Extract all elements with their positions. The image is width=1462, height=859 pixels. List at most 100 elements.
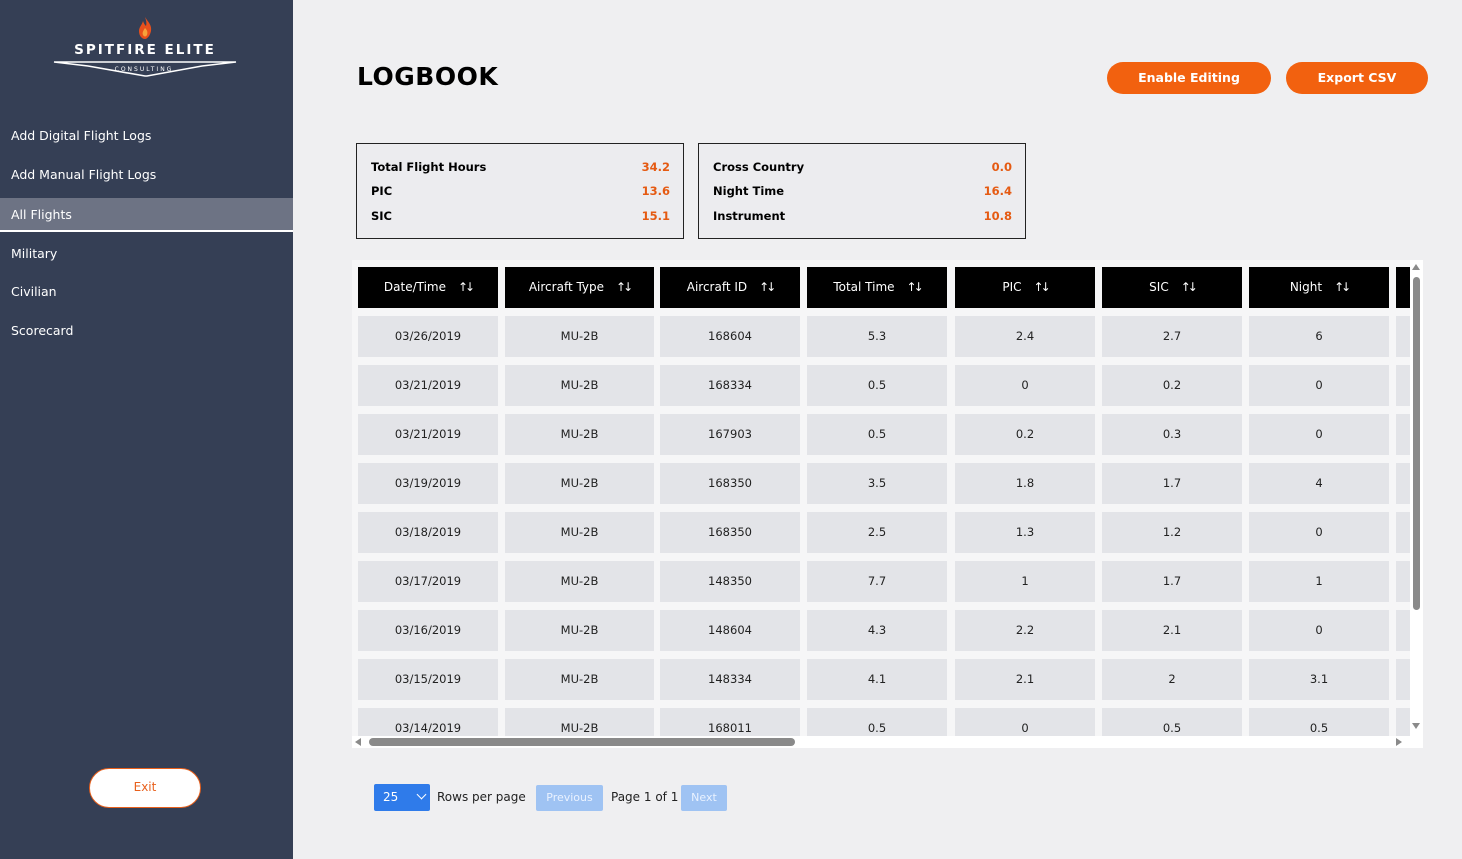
sidebar: SPITFIRE ELITE CONSULTING Add Digital Fl… (0, 0, 293, 859)
table-cell-overflow (1396, 512, 1410, 553)
table-cell-total-time: 3.5 (807, 463, 947, 504)
enable-editing-button[interactable]: Enable Editing (1107, 62, 1271, 94)
table-cell-sic: 0.2 (1102, 365, 1242, 406)
table-cell-sic: 1.7 (1102, 463, 1242, 504)
chevron-down-icon (416, 789, 427, 800)
table-cell-aircraft-id: 168350 (660, 512, 800, 553)
table-cell-date-time: 03/19/2019 (358, 463, 498, 504)
table-cell-night: 4 (1249, 463, 1389, 504)
column-header-sic[interactable]: SIC ↑↓ (1102, 267, 1242, 308)
sort-updown-icon[interactable]: ↑↓ (458, 267, 475, 308)
stat-value: 34.2 (641, 160, 670, 174)
brand-subtitle: CONSULTING (114, 66, 174, 73)
next-page-button[interactable]: Next (681, 785, 727, 811)
sidebar-item-military[interactable]: Military (0, 237, 293, 271)
table-cell-date-time: 03/14/2019 (358, 708, 498, 736)
table-cell-pic: 0 (955, 708, 1095, 736)
stat-label: PIC (371, 184, 393, 198)
sidebar-item-scorecard[interactable]: Scorecard (0, 314, 293, 348)
vertical-scrollbar[interactable] (1410, 260, 1423, 736)
column-header-overflow[interactable] (1396, 267, 1410, 308)
table-cell-overflow (1396, 659, 1410, 700)
sidebar-item-add-manual-flight-logs[interactable]: Add Manual Flight Logs (0, 158, 293, 192)
stat-label: Instrument (713, 209, 786, 223)
sort-updown-icon[interactable]: ↑↓ (1334, 267, 1351, 308)
sidebar-item-civilian[interactable]: Civilian (0, 275, 293, 309)
stat-value: 16.4 (983, 184, 1012, 198)
table-cell-pic: 2.4 (955, 316, 1095, 357)
horizontal-scroll-thumb[interactable] (369, 738, 795, 746)
table-cell-sic: 2.1 (1102, 610, 1242, 651)
table-cell-aircraft-type: MU-2B (505, 610, 654, 651)
column-header-label: Date/Time (383, 280, 446, 294)
stat-label: SIC (371, 209, 393, 223)
table-cell-night: 1 (1249, 561, 1389, 602)
table-cell-date-time: 03/16/2019 (358, 610, 498, 651)
table-cell-overflow (1396, 561, 1410, 602)
table-cell-date-time: 03/18/2019 (358, 512, 498, 553)
stat-value: 15.1 (641, 209, 670, 223)
scroll-left-arrow-icon[interactable] (355, 738, 361, 746)
table-cell-total-time: 0.5 (807, 708, 947, 736)
table-cell-aircraft-type: MU-2B (505, 708, 654, 736)
table-cell-night: 0 (1249, 512, 1389, 553)
table-cell-aircraft-id: 168334 (660, 365, 800, 406)
stat-label: Total Flight Hours (371, 160, 487, 174)
table-cell-total-time: 4.1 (807, 659, 947, 700)
export-csv-button[interactable]: Export CSV (1286, 62, 1428, 94)
rows-per-page-select[interactable]: 25 (374, 784, 430, 811)
sort-updown-icon[interactable]: ↑↓ (907, 267, 924, 308)
sort-updown-icon[interactable]: ↑↓ (616, 267, 633, 308)
column-header-label: Total Time (833, 280, 895, 294)
column-header-label: SIC (1149, 280, 1169, 294)
table-cell-night: 3.1 (1249, 659, 1389, 700)
table-cell-night: 0 (1249, 365, 1389, 406)
column-header-night[interactable]: Night ↑↓ (1249, 267, 1389, 308)
table-cell-sic: 1.2 (1102, 512, 1242, 553)
stat-cross-country: Cross Country 0.0 (713, 157, 1012, 177)
stat-value: 0.0 (991, 160, 1012, 174)
table-cell-date-time: 03/17/2019 (358, 561, 498, 602)
sidebar-item-all-flights[interactable]: All Flights (0, 198, 293, 232)
table-cell-date-time: 03/21/2019 (358, 414, 498, 455)
table-cell-overflow (1396, 463, 1410, 504)
table-cell-sic: 0.5 (1102, 708, 1242, 736)
table-cell-total-time: 0.5 (807, 414, 947, 455)
sort-updown-icon[interactable]: ↑↓ (759, 267, 776, 308)
scroll-down-arrow-icon[interactable] (1412, 723, 1420, 729)
vertical-scroll-thumb[interactable] (1413, 277, 1420, 610)
table-cell-total-time: 2.5 (807, 512, 947, 553)
table-cell-pic: 0.2 (955, 414, 1095, 455)
table-cell-overflow (1396, 414, 1410, 455)
scroll-up-arrow-icon[interactable] (1412, 264, 1420, 270)
stat-sic: SIC 15.1 (371, 206, 670, 226)
table-cell-pic: 1 (955, 561, 1095, 602)
sidebar-item-add-digital-flight-logs[interactable]: Add Digital Flight Logs (0, 119, 293, 153)
stat-pic: PIC 13.6 (371, 181, 670, 201)
sort-updown-icon[interactable]: ↑↓ (1181, 267, 1198, 308)
column-header-total-time[interactable]: Total Time ↑↓ (807, 267, 947, 308)
rows-per-page-label: Rows per page (437, 790, 526, 804)
exit-button[interactable]: Exit (89, 768, 201, 808)
table-cell-total-time: 5.3 (807, 316, 947, 357)
table-cell-aircraft-id: 148350 (660, 561, 800, 602)
table-cell-pic: 0 (955, 365, 1095, 406)
horizontal-scrollbar[interactable] (352, 736, 1410, 748)
scroll-right-arrow-icon[interactable] (1396, 738, 1402, 746)
table-cell-total-time: 4.3 (807, 610, 947, 651)
column-header-pic[interactable]: PIC ↑↓ (955, 267, 1095, 308)
column-header-label: Aircraft ID (686, 280, 748, 294)
table-cell-aircraft-type: MU-2B (505, 414, 654, 455)
stat-value: 10.8 (983, 209, 1012, 223)
column-header-date-time[interactable]: Date/Time ↑↓ (358, 267, 498, 308)
sort-updown-icon[interactable]: ↑↓ (1034, 267, 1051, 308)
rows-per-page-value: 25 (383, 790, 399, 804)
table-cell-aircraft-type: MU-2B (505, 512, 654, 553)
previous-page-button[interactable]: Previous (536, 785, 603, 811)
column-header-aircraft-type[interactable]: Aircraft Type ↑↓ (505, 267, 654, 308)
table-cell-total-time: 7.7 (807, 561, 947, 602)
stats-panel-hours: Total Flight Hours 34.2 PIC 13.6 SIC 15.… (356, 143, 684, 239)
table-cell-date-time: 03/21/2019 (358, 365, 498, 406)
flame-icon (139, 17, 152, 39)
column-header-aircraft-id[interactable]: Aircraft ID ↑↓ (660, 267, 800, 308)
